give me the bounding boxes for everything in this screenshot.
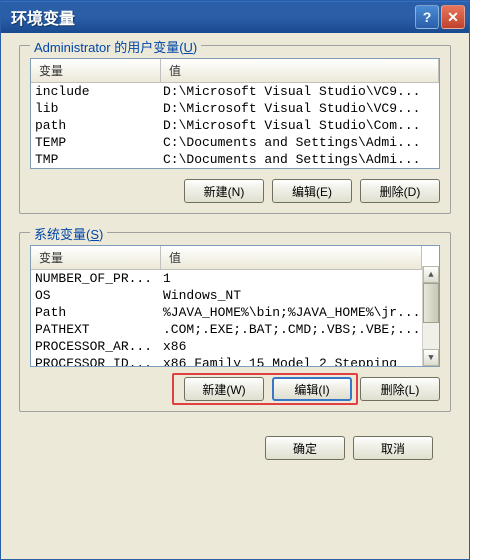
help-button[interactable]: ? [415,5,439,29]
user-list-header: 变量 值 [31,59,439,83]
scroll-up-icon[interactable]: ▲ [423,266,439,283]
list-item[interactable]: libD:\Microsoft Visual Studio\VC9... [31,100,439,117]
user-vars-legend: Administrator 的用户变量(U) [30,37,201,56]
scroll-down-icon[interactable]: ▼ [423,349,439,366]
list-item[interactable]: includeD:\Microsoft Visual Studio\VC9... [31,83,439,100]
system-vars-legend: 系统变量(S) [30,224,107,243]
list-item[interactable]: TEMPC:\Documents and Settings\Admi... [31,134,439,151]
scroll-thumb[interactable] [423,283,439,323]
ok-button[interactable]: 确定 [265,436,345,460]
list-item[interactable]: PROCESSOR_AR...x86 [31,338,422,355]
window-title: 环境变量 [11,5,75,29]
list-item[interactable]: NUMBER_OF_PR...1 [31,270,422,287]
list-item[interactable]: OSWindows_NT [31,287,422,304]
user-vars-buttons: 新建(N) 编辑(E) 删除(D) [30,179,440,203]
system-vars-group: 系统变量(S) 变量 值 NUMBER_OF_PR...1 OSWindows_… [19,232,451,412]
dialog-buttons: 确定 取消 [19,430,451,470]
system-list-scrollbar[interactable]: ▲ ▼ [422,266,439,366]
user-edit-button[interactable]: 编辑(E) [272,179,352,203]
user-vars-list[interactable]: 变量 值 includeD:\Microsoft Visual Studio\V… [30,58,440,169]
list-item[interactable]: TMPC:\Documents and Settings\Admi... [31,151,439,168]
dialog-body: Administrator 的用户变量(U) 变量 值 includeD:\Mi… [1,33,469,559]
titlebar-buttons: ? ✕ [415,5,465,29]
user-vars-group: Administrator 的用户变量(U) 变量 值 includeD:\Mi… [19,45,451,214]
system-vars-list[interactable]: 变量 值 NUMBER_OF_PR...1 OSWindows_NT Path%… [30,245,440,367]
system-edit-button[interactable]: 编辑(I) [272,377,352,401]
list-item[interactable]: pathD:\Microsoft Visual Studio\Com... [31,117,439,134]
col-header-value[interactable]: 值 [161,59,439,82]
user-new-button[interactable]: 新建(N) [184,179,264,203]
scroll-track[interactable] [423,283,439,349]
sys-list-header: 变量 值 [31,246,422,270]
user-delete-button[interactable]: 删除(D) [360,179,440,203]
system-delete-button[interactable]: 删除(L) [360,377,440,401]
cancel-button[interactable]: 取消 [353,436,433,460]
col-header-name[interactable]: 变量 [31,246,161,269]
sys-list-body: NUMBER_OF_PR...1 OSWindows_NT Path%JAVA_… [31,270,422,366]
col-header-name[interactable]: 变量 [31,59,161,82]
list-item[interactable]: PROCESSOR_ID...x86 Family 15 Model 2 Ste… [31,355,422,366]
user-list-body: includeD:\Microsoft Visual Studio\VC9...… [31,83,439,168]
list-item[interactable]: PATHEXT.COM;.EXE;.BAT;.CMD;.VBS;.VBE;... [31,321,422,338]
system-new-button[interactable]: 新建(W) [184,377,264,401]
col-header-value[interactable]: 值 [161,246,422,269]
list-item[interactable]: Path%JAVA_HOME%\bin;%JAVA_HOME%\jr... [31,304,422,321]
env-vars-dialog: 环境变量 ? ✕ Administrator 的用户变量(U) 变量 值 inc… [0,0,470,560]
system-vars-buttons: 新建(W) 编辑(I) 删除(L) [30,377,440,401]
close-button[interactable]: ✕ [441,5,465,29]
titlebar[interactable]: 环境变量 ? ✕ [1,1,469,33]
close-icon: ✕ [447,9,459,26]
